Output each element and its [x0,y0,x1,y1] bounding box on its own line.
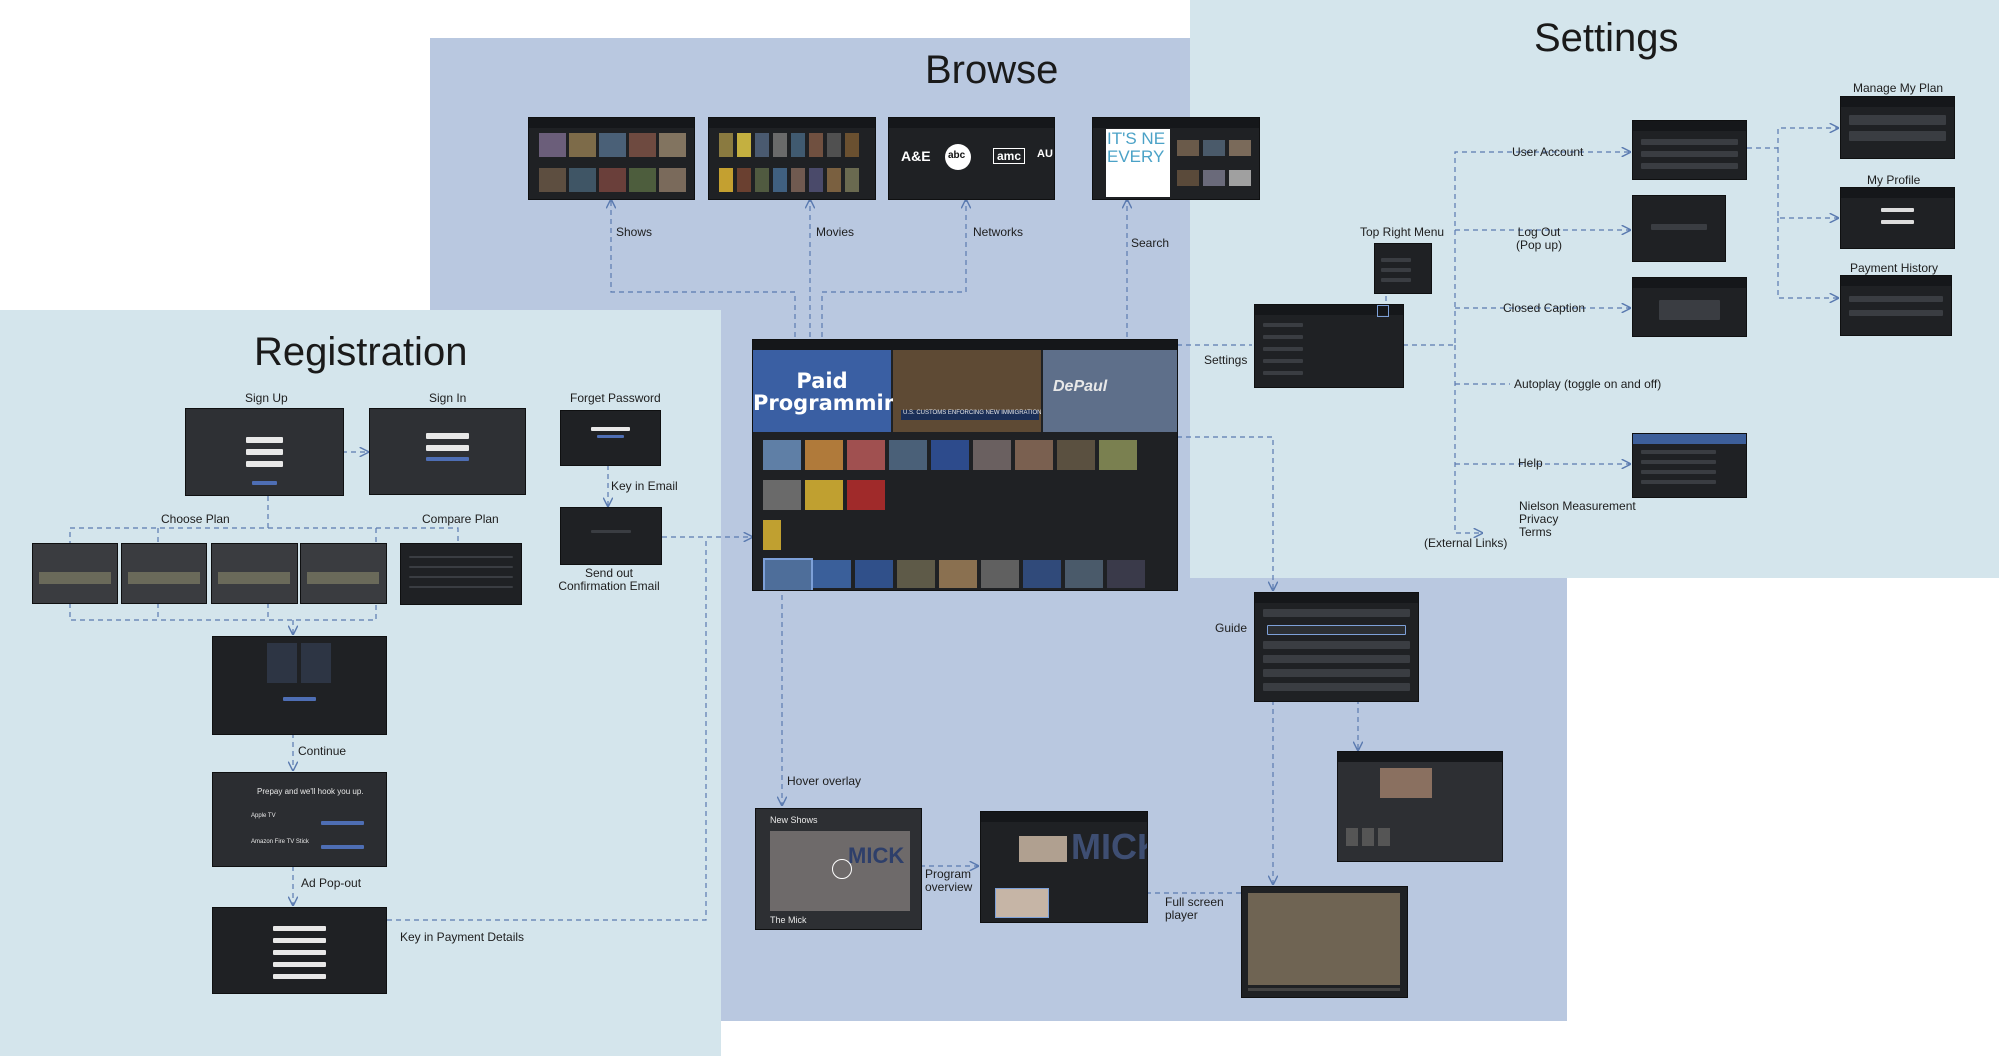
registration-title: Registration [254,330,468,374]
search-label: Search [1131,236,1170,250]
autoplay-label: Autoplay (toggle on and off) [1514,377,1662,391]
networks-screen[interactable]: A&E abc amc AU [888,117,1055,200]
abc-logo: abc [948,150,966,161]
hover-overlay-label: Hover overlay [787,774,862,788]
mick-text: MICK [848,843,905,868]
movies-label: Movies [816,225,855,239]
payment-screen[interactable] [212,907,387,994]
au-logo: AU [1037,148,1053,160]
confirmation-email-screen[interactable] [560,507,662,565]
help-screen[interactable] [1632,433,1747,498]
user-account-label: User Account [1512,145,1584,159]
search-banner-text: IT'S NE EVERY [1107,129,1166,166]
shows-screen[interactable] [528,117,695,200]
manage-plan-label: Manage My Plan [1853,81,1944,95]
settings-title: Settings [1534,16,1679,60]
log-out-label: Log Out (Pop up) [1515,225,1563,252]
movies-screen[interactable] [708,117,876,200]
user-account-screen[interactable] [1632,120,1747,180]
my-profile-label: My Profile [1867,173,1921,187]
new-shows-text: New Shows [770,815,818,825]
menu-trigger[interactable] [1377,305,1389,317]
apple-tv-text: Apple TV [251,813,276,819]
hero-text: Paid Programming [753,369,914,415]
plan-screen-4[interactable] [300,543,387,604]
key-in-email-label: Key in Email [611,479,678,493]
player-progress[interactable] [1248,988,1400,991]
depaul-text: DePaul [1053,378,1108,395]
forget-password-label: Forget Password [570,391,661,405]
payment-label: Key in Payment Details [400,930,525,944]
closed-caption-label: Closed Caption [1503,301,1586,315]
ad-popout-screen[interactable]: Prepay and we'll hook you up. Apple TV A… [212,772,387,867]
settings-screen[interactable] [1254,304,1404,388]
overview-mick-text: MICK [1071,826,1147,867]
payment-history-label: Payment History [1850,261,1939,275]
send-out-label: Send out Confirmation Email [558,566,660,593]
plan-screen-3[interactable] [211,543,298,604]
external-links-label: (External Links) [1424,536,1508,550]
continue-label: Continue [298,744,347,758]
top-right-menu-screen[interactable] [1374,243,1432,294]
plan-screen-2[interactable] [121,543,207,604]
hover-overlay-screen[interactable]: New Shows MICK The Mick [755,808,922,930]
sign-up-label: Sign Up [245,391,288,405]
payment-history-screen[interactable] [1840,275,1952,336]
sign-in-screen[interactable] [369,408,526,495]
amc-logo: amc [993,148,1026,164]
prepay-text: Prepay and we'll hook you up. [257,787,364,796]
full-screen-label: Full screen player [1165,895,1224,922]
player-frame [1248,893,1400,985]
browse-title: Browse [925,48,1059,92]
home-screen[interactable]: Paid Programming U.S. CUSTOMS ENFORCING … [752,339,1178,591]
networks-label: Networks [973,225,1024,239]
program-overview-label: Program overview [925,867,973,894]
top-right-menu-label: Top Right Menu [1360,225,1445,239]
guide-label: Guide [1215,621,1248,635]
my-profile-screen[interactable] [1840,187,1955,249]
sign-in-label: Sign In [429,391,467,405]
choose-plan-label: Choose Plan [161,512,230,526]
plan-select-screen[interactable] [212,636,387,735]
plan-screen-1[interactable] [32,543,118,604]
settings-label: Settings [1204,353,1248,367]
compare-plan-screen[interactable] [400,543,522,605]
forget-password-screen[interactable] [560,410,661,466]
guide-screen[interactable] [1254,592,1419,702]
shows-label: Shows [616,225,653,239]
manage-plan-screen[interactable] [1840,96,1955,159]
fire-tv-text: Amazon Fire TV Stick [251,839,309,845]
news-ticker-text: U.S. CUSTOMS ENFORCING NEW IMMIGRATION B… [903,410,1056,416]
closed-caption-screen[interactable] [1632,277,1747,337]
the-mick-text: The Mick [770,915,807,925]
ad-popout-label: Ad Pop-out [301,876,362,890]
search-screen[interactable]: IT'S NE EVERY [1092,117,1260,200]
external-label: Nielson Measurement Privacy Terms [1519,499,1636,539]
full-screen-player-screen[interactable] [1241,886,1408,998]
help-label: Help [1518,456,1543,470]
program-overview-screen[interactable]: MICK [980,811,1148,923]
ae-logo: A&E [901,148,931,164]
play-icon[interactable] [832,859,852,879]
sign-up-screen[interactable] [185,408,344,496]
log-out-screen[interactable] [1632,195,1726,262]
compare-plan-label: Compare Plan [422,512,499,526]
program-detail-screen[interactable] [1337,751,1503,862]
